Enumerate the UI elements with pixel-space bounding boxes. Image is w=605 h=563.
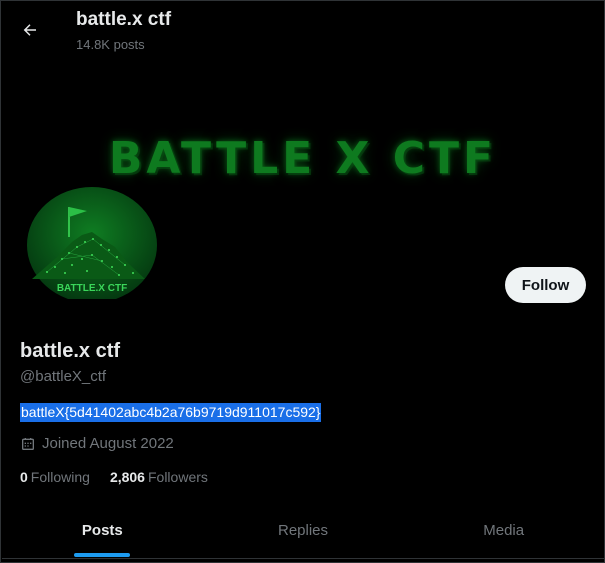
- tab-replies[interactable]: Replies: [203, 501, 404, 559]
- avatar[interactable]: BATTLE.X CTF: [27, 187, 157, 303]
- banner-logo-text: BATTLE X CTF: [108, 133, 498, 184]
- joined-label: Joined August 2022: [42, 435, 174, 452]
- header-title: battle.x ctf: [76, 9, 172, 30]
- arrow-left-icon: [23, 24, 36, 36]
- bio-text: battleX{5d41402abc4b2a76b9719d911017c592…: [20, 403, 322, 422]
- avatar-image: BATTLE.X CTF: [27, 187, 157, 303]
- display-name: battle.x ctf: [20, 340, 121, 362]
- profile-tabs: Posts Replies Media: [2, 501, 604, 559]
- tab-replies-label: Replies: [277, 521, 329, 539]
- following-label: Following: [30, 469, 90, 485]
- joined-date: Joined August 2022: [20, 435, 174, 452]
- follow-button[interactable]: Follow: [505, 267, 586, 303]
- tab-media[interactable]: Media: [403, 501, 604, 559]
- tab-posts[interactable]: Posts: [2, 501, 203, 559]
- followers-count: 2,806: [109, 469, 145, 485]
- back-button[interactable]: [15, 15, 45, 45]
- user-handle: @battleX_ctf: [20, 368, 107, 385]
- calendar-icon: [22, 437, 34, 450]
- avatar-caption: BATTLE.X CTF: [57, 283, 127, 294]
- tab-posts-label: Posts: [81, 521, 123, 539]
- followers-label: Followers: [147, 469, 208, 485]
- following-link[interactable]: 0 Following: [20, 469, 90, 485]
- active-tab-indicator: [74, 553, 131, 557]
- follow-stats: 0 Following 2,806 Followers: [20, 469, 208, 485]
- tabs-divider: [2, 558, 604, 559]
- post-count: 14.8K posts: [76, 37, 145, 52]
- followers-link[interactable]: 2,806 Followers: [110, 469, 208, 485]
- profile-page: battle.x ctf 14.8K posts BATTLE X CTF BA…: [0, 0, 605, 563]
- following-count: 0: [20, 469, 28, 485]
- tab-media-label: Media: [483, 521, 525, 539]
